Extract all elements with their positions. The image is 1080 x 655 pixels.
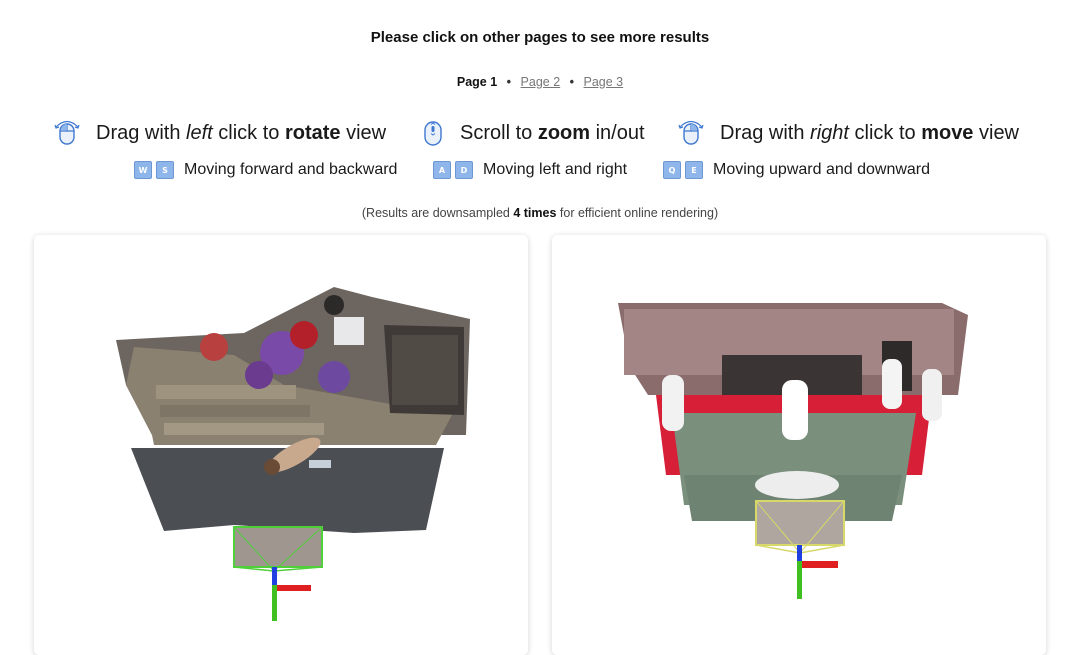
mouse-right-drag-icon: [678, 120, 704, 145]
flowers-red: [290, 321, 318, 349]
downsample-note: (Results are downsampled 4 times for eff…: [361, 206, 719, 220]
left-right-hint: A D Moving left and right: [433, 161, 627, 179]
move-hint-text: Drag with right click to move view: [720, 121, 1020, 144]
key-s-icon: S: [156, 161, 174, 179]
instruction-heading: Please click on other pages to see more …: [370, 29, 710, 46]
mouse-controls: Drag with left click to rotate view Scro…: [0, 118, 1080, 152]
zoom-hint: Scroll to zoom in/out: [420, 118, 645, 148]
spectator-right: [882, 359, 902, 409]
courtyard-render[interactable]: [34, 235, 528, 655]
karateka-ground: [755, 471, 839, 499]
upward-downward-hint: Q E Moving upward and downward: [663, 161, 930, 179]
pagination: Page 1 • Page 2 • Page 3: [0, 75, 1080, 89]
key-e-icon: E: [685, 161, 703, 179]
move-hint: Drag with right click to move view: [676, 118, 1019, 148]
left-right-label: Moving left and right: [483, 161, 628, 178]
mouse-left-drag-icon: [54, 120, 80, 145]
mouse-scroll-icon: [424, 121, 442, 146]
scene-viewer-dojo[interactable]: [552, 235, 1046, 655]
zoom-hint-text: Scroll to zoom in/out: [460, 121, 645, 144]
camera-axes: [272, 567, 311, 621]
page-separator: •: [569, 75, 575, 89]
page-current: Page 1: [456, 75, 498, 89]
key-d-icon: D: [455, 161, 473, 179]
scene-viewer-courtyard[interactable]: [34, 235, 528, 655]
page-link-3[interactable]: Page 3: [584, 75, 624, 89]
page-separator: •: [506, 75, 512, 89]
wall-sign: [334, 317, 364, 345]
forward-backward-hint: W S Moving forward and backward: [134, 161, 397, 179]
karateka-standing: [782, 380, 808, 440]
keyboard-controls: W S Moving forward and backward A D Movi…: [0, 161, 1080, 185]
forward-backward-label: Moving forward and backward: [184, 161, 398, 178]
dojo-render[interactable]: [552, 235, 1046, 655]
page-link-2[interactable]: Page 2: [521, 75, 561, 89]
key-q-icon: Q: [663, 161, 681, 179]
rotate-hint: Drag with left click to rotate view: [52, 118, 386, 148]
key-a-icon: A: [433, 161, 451, 179]
upward-downward-label: Moving upward and downward: [713, 161, 931, 178]
key-w-icon: W: [134, 161, 152, 179]
rotate-hint-text: Drag with left click to rotate view: [96, 121, 387, 144]
spectator-left: [662, 375, 684, 431]
camera-frustum: [233, 526, 323, 572]
